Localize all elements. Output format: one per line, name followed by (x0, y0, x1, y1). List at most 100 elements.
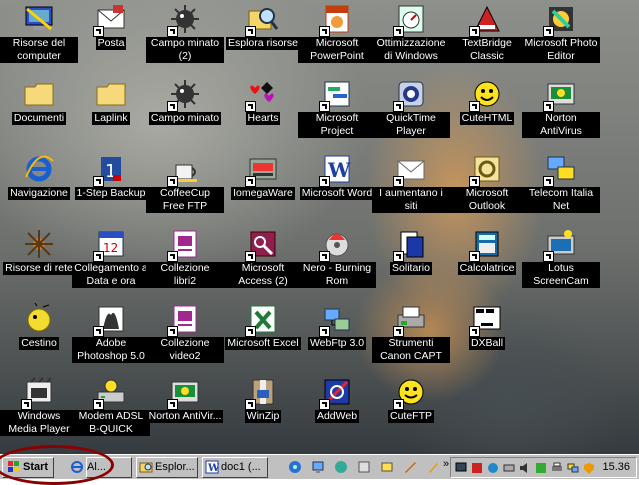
paint-quicklaunch-icon[interactable] (380, 460, 394, 474)
task-button-explorer[interactable]: Esplor... (136, 457, 198, 478)
desktop-icon-webftp[interactable]: WebFtp 3.0 (298, 303, 376, 350)
network-icon (543, 153, 577, 187)
desktop-icon-label: Microsoft Word (299, 187, 375, 200)
shortcut-arrow-icon (393, 326, 404, 337)
desktop-icon-nero[interactable]: Nero - Burning Rom (298, 228, 376, 288)
desktop-icon-database[interactable]: Collezione libri2 (146, 228, 224, 288)
tray-printer-icon[interactable] (551, 462, 563, 474)
desktop-icon-cuteftp[interactable]: CuteFTP (372, 376, 450, 423)
desktop-icon-envelope[interactable]: I aumentano i siti (372, 153, 450, 213)
desktop-icon-iomega[interactable]: IomegaWare (224, 153, 302, 200)
shortcut-arrow-icon (245, 251, 256, 262)
desktop-icon-addweb[interactable]: AddWeb (298, 376, 376, 423)
photoshop-icon (93, 303, 127, 337)
database-icon (167, 228, 201, 262)
clock[interactable]: 15.36 (602, 461, 630, 473)
shortcut-arrow-icon (543, 26, 554, 37)
tray-connection-icon[interactable] (567, 462, 579, 474)
shortcut-arrow-icon (469, 326, 480, 337)
shortcut-arrow-icon (393, 26, 404, 37)
tray-globe-icon[interactable] (487, 462, 499, 474)
tray-shield-icon[interactable] (583, 462, 595, 474)
tray-network-icon[interactable] (503, 462, 515, 474)
desktop-icon-folder[interactable]: Laplink (72, 78, 150, 125)
desktop-icon-hearts[interactable]: Hearts (224, 78, 302, 125)
desktop-quicklaunch-icon[interactable] (288, 460, 302, 474)
desktop-icon-powerpoint[interactable]: Microsoft PowerPoint (298, 3, 376, 63)
coffeecup-icon (167, 153, 201, 187)
desktop-icon-norton[interactable]: Norton AntiVirus (522, 78, 600, 138)
addweb-icon (319, 376, 353, 410)
tray-app-icon[interactable] (535, 462, 547, 474)
desktop-icon-printer-tools[interactable]: Strumenti Canon CAPT (372, 303, 450, 363)
desktop-icon-recycle-bin[interactable]: Cestino (0, 303, 78, 350)
desktop-icon-textbridge[interactable]: TextBridge Classic (448, 3, 526, 63)
shortcut-arrow-icon (469, 251, 480, 262)
desktop-icon-computer[interactable]: Risorse del computer (0, 3, 78, 63)
shortcut-arrow-icon (393, 399, 404, 410)
desktop-icon-folder[interactable]: Documenti (0, 78, 78, 125)
desktop-icon-media-player[interactable]: Windows Media Player (0, 376, 78, 436)
desktop-icon-label: QuickTime Player (372, 112, 450, 138)
desktop-icon-label: Norton AntiVir... (146, 410, 224, 423)
desktop-icon-label: AddWeb (314, 410, 360, 423)
desktop-icon-mine[interactable]: Campo minato (2) (146, 3, 224, 63)
pencil-quicklaunch-icon[interactable] (426, 460, 440, 474)
settings-quicklaunch-icon[interactable] (357, 460, 371, 474)
shortcut-arrow-icon (21, 399, 32, 410)
desktop-icon-network[interactable]: Telecom Italia Net (522, 153, 600, 213)
desktop-icon-database[interactable]: Collezione video2 (146, 303, 224, 363)
desktop-icon-explorer[interactable]: Esplora risorse (224, 3, 302, 50)
desktop-icon-label: Microsoft Excel (225, 337, 301, 350)
shortcut-arrow-icon (469, 101, 480, 112)
desktop-icon-calendar[interactable]: 12 Collegamento a Data e ora (72, 228, 150, 288)
cuteftp-icon (393, 376, 427, 410)
quicktime-icon (393, 78, 427, 112)
desktop-icon-word[interactable]: W Microsoft Word (298, 153, 376, 200)
desktop-icon-label: Windows Media Player (0, 410, 78, 436)
desktop-icon-photoshop[interactable]: Adobe Photoshop 5.0 (72, 303, 150, 363)
desktop-icon-mine[interactable]: Campo minato (146, 78, 224, 125)
tray-monitor-icon[interactable] (455, 462, 467, 474)
desktop-icon-solitaire[interactable]: Solitario (372, 228, 450, 275)
shortcut-arrow-icon (469, 176, 480, 187)
calendar-icon: 12 (93, 228, 127, 262)
desktop-wallpaper[interactable]: Risorse del computer Posta Campo minato (2… (0, 0, 639, 454)
desktop-icon-backup[interactable]: 1 1-Step Backup (72, 153, 150, 200)
desktop-icon-excel[interactable]: Microsoft Excel (224, 303, 302, 350)
backup-icon: 1 (93, 153, 127, 187)
dxball-icon (469, 303, 503, 337)
network-quicklaunch-icon[interactable] (311, 460, 325, 474)
quicklaunch-overflow-icon[interactable]: » (443, 458, 449, 470)
mine-icon (167, 3, 201, 37)
desktop-icon-dxball[interactable]: DXBall (448, 303, 526, 350)
desktop-icon-mail[interactable]: Posta (72, 3, 150, 50)
app-quicklaunch-icon[interactable] (334, 460, 348, 474)
desktop-icon-tuneup[interactable]: Ottimizzazione di Windows (372, 3, 450, 63)
desktop-icon-outlook[interactable]: Microsoft Outlook (448, 153, 526, 213)
desktop-icon-calculator[interactable]: Calcolatrice (448, 228, 526, 275)
desktop-icon-photo-editor[interactable]: Microsoft Photo Editor (522, 3, 600, 63)
tray-red-icon[interactable] (471, 462, 483, 474)
desktop-icon-modem[interactable]: Modem ADSL B-QUICK (72, 376, 150, 436)
task-button-doc1[interactable]: Wdoc1 (... (202, 457, 268, 478)
desktop-icon-label: CoffeeCup Free FTP (146, 187, 224, 213)
desktop-icon-screencam[interactable]: Lotus ScreenCam (522, 228, 600, 288)
desktop-icon-norton[interactable]: Norton AntiVir... (146, 376, 224, 423)
pen-quicklaunch-icon[interactable] (403, 460, 417, 474)
ie-icon (23, 153, 55, 185)
task-label: Esplor... (155, 461, 195, 473)
desktop-icon-cutehtml[interactable]: CuteHTML (448, 78, 526, 125)
desktop-icon-quicktime[interactable]: QuickTime Player (372, 78, 450, 138)
desktop-icon-label: Nero - Burning Rom (298, 262, 376, 288)
desktop-icon-network-neighborhood[interactable]: Risorse di rete (0, 228, 78, 275)
desktop-icon-coffeecup[interactable]: CoffeeCup Free FTP (146, 153, 224, 213)
explorer-icon (139, 462, 153, 473)
desktop-icon-project[interactable]: Microsoft Project (298, 78, 376, 138)
desktop-icon-ie[interactable]: Navigazione (0, 153, 78, 200)
desktop-icon-winzip[interactable]: WinZip (224, 376, 302, 423)
desktop-icon-label: Microsoft PowerPoint (298, 37, 376, 63)
tray-volume-icon[interactable] (519, 462, 531, 474)
desktop-icon-access[interactable]: Microsoft Access (2) (224, 228, 302, 288)
media-player-icon (21, 376, 55, 410)
